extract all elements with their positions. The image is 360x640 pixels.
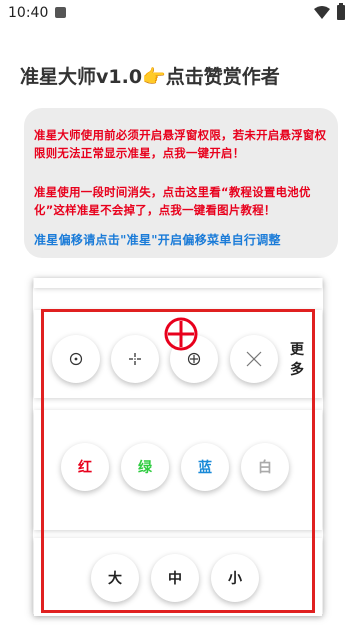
status-bar: 10:40	[0, 0, 360, 28]
notice-box: 准星大师使用前必须开启悬浮窗权限，若未开启悬浮窗权限则无法正常显示准星，点我一键…	[24, 108, 338, 258]
battery-optimization-notice[interactable]: 准星使用一段时间消失，点击这里看“教程设置电池优化”这样准星不会掉了，点我一键看…	[34, 183, 330, 219]
highlight-frame	[41, 309, 315, 613]
overlay-permission-notice[interactable]: 准星大师使用前必须开启悬浮窗权限，若未开启悬浮窗权限则无法正常显示准星，点我一键…	[34, 126, 330, 162]
battery-icon	[337, 3, 345, 20]
app-title-donate-link[interactable]: 准星大师v1.0👉点击赞赏作者	[20, 62, 350, 89]
notification-icon	[55, 7, 66, 18]
offset-menu-notice[interactable]: 准星偏移请点击"准星"开启偏移菜单自行调整	[34, 231, 330, 249]
panel-top-strip	[34, 278, 322, 288]
wifi-icon	[314, 6, 330, 19]
status-time: 10:40	[8, 5, 49, 21]
